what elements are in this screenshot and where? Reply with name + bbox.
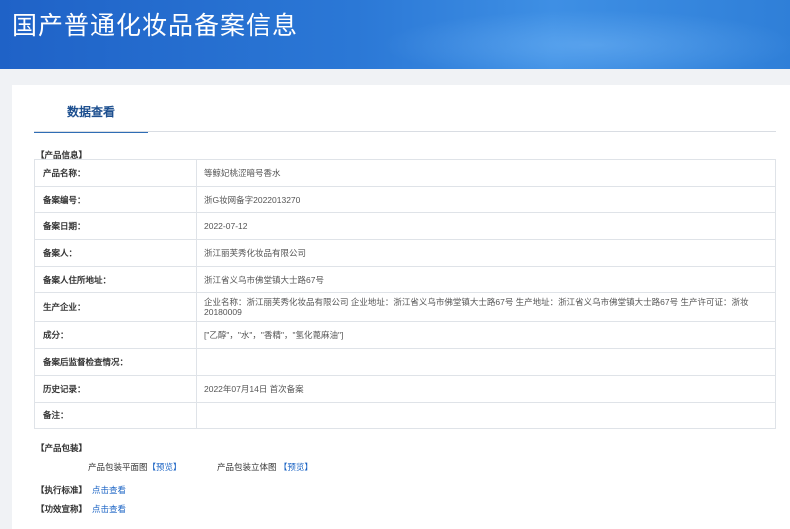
row-value: 2022年07月14日 首次备案 [196, 374, 776, 403]
row-value [196, 348, 776, 376]
row-value: 浙江省义乌市佛堂镇大士路67号 [196, 265, 776, 294]
table-row: 历史记录： 2022年07月14日 首次备案 [34, 374, 776, 403]
packaging-flat-item: 产品包装平面图【预览】 [88, 461, 182, 473]
packaging-section-label: 【产品包装】 [36, 443, 88, 453]
row-value: 浙G妆网备字2022013270 [196, 185, 776, 214]
row-label: 生产企业： [34, 292, 197, 323]
row-label: 产品名称： [34, 159, 197, 187]
standard-view-link[interactable]: 点击查看 [92, 484, 126, 496]
table-row: 备案人： 浙江丽芙秀化妆品有限公司 [34, 239, 776, 267]
packaging-flat-label: 产品包装平面图 [88, 462, 148, 472]
row-label: 备案人住所地址： [34, 265, 197, 294]
table-row: 备案人住所地址： 浙江省义乌市佛堂镇大士路67号 [34, 265, 776, 294]
table-row: 备案后监督检查情况： [34, 348, 776, 376]
standard-section-label: 【执行标准】 [36, 485, 88, 495]
efficacy-view-link[interactable]: 点击查看 [92, 503, 126, 515]
content-panel: 数据查看 【产品信息】 产品名称： 等鲸妃桃涩暗号香水 备案编号： 浙G妆网备字… [12, 85, 790, 529]
row-value: 浙江丽芙秀化妆品有限公司 [196, 239, 776, 267]
banner-glow [380, 10, 790, 69]
table-row: 成分： ["乙醇"，"水"，"香精"，"氢化蓖麻油"] [34, 321, 776, 350]
packaging-flat-preview-link[interactable]: 【预览】 [148, 462, 182, 472]
row-label: 历史记录： [34, 374, 197, 403]
row-label: 备案后监督检查情况： [34, 348, 197, 376]
row-label: 备案日期： [34, 212, 197, 241]
row-value: ["乙醇"，"水"，"香精"，"氢化蓖麻油"] [196, 321, 776, 350]
packaging-solid-item: 产品包装立体图 【预览】 [217, 461, 313, 473]
table-row: 生产企业： 企业名称：浙江丽芙秀化妆品有限公司 企业地址：浙江省义乌市佛堂镇大士… [34, 292, 776, 323]
table-row: 备注： [34, 401, 776, 430]
row-value: 企业名称：浙江丽芙秀化妆品有限公司 企业地址：浙江省义乌市佛堂镇大士路67号 生… [196, 292, 776, 323]
packaging-solid-preview-link[interactable]: 【预览】 [279, 462, 313, 472]
tab-divider [34, 131, 776, 132]
row-label: 成分： [34, 321, 197, 350]
row-label: 备案编号： [34, 185, 197, 214]
row-value: 等鲸妃桃涩暗号香水 [196, 159, 776, 187]
table-row: 备案编号： 浙G妆网备字2022013270 [34, 185, 776, 214]
row-label: 备注： [34, 401, 197, 430]
efficacy-section-label: 【功效宣称】 [36, 504, 88, 514]
row-label: 备案人： [34, 239, 197, 267]
table-row: 备案日期： 2022-07-12 [34, 212, 776, 241]
table-row: 产品名称： 等鲸妃桃涩暗号香水 [34, 159, 776, 187]
product-info-table: 产品名称： 等鲸妃桃涩暗号香水 备案编号： 浙G妆网备字2022013270 备… [34, 159, 776, 430]
page-title: 国产普通化妆品备案信息 [12, 12, 299, 40]
header-banner: 国产普通化妆品备案信息 [0, 0, 790, 69]
row-value: 2022-07-12 [196, 212, 776, 241]
tab-data-view[interactable]: 数据查看 [34, 103, 148, 133]
packaging-solid-label: 产品包装立体图 [217, 462, 277, 472]
row-value [196, 401, 776, 430]
